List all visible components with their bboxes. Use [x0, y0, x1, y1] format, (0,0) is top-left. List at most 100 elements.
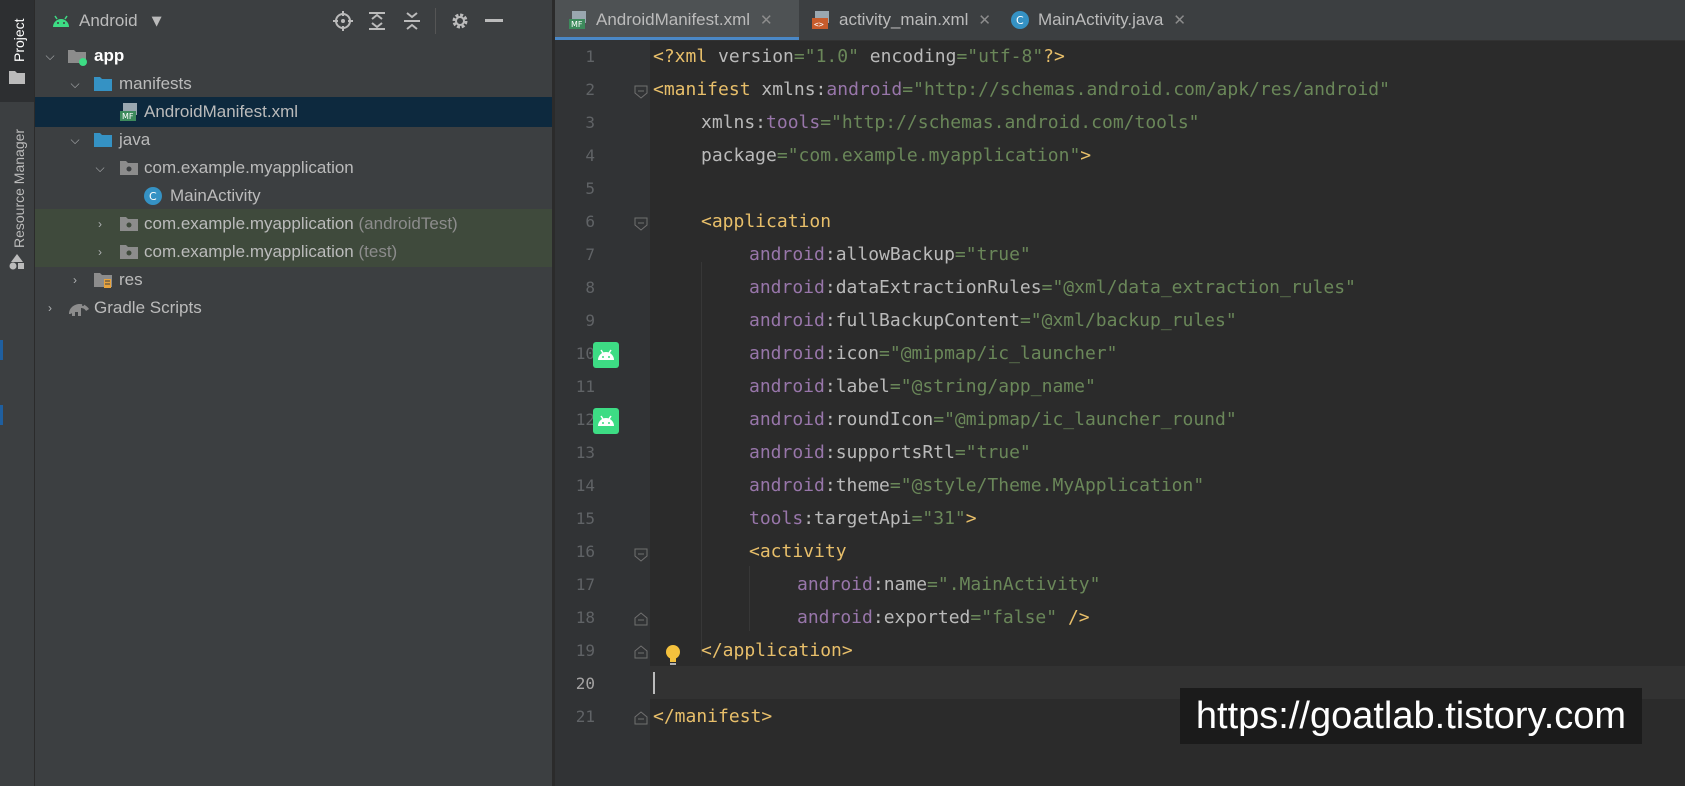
code-line-15[interactable]: tools:targetApi="31"> [653, 502, 977, 535]
code-token: :fullBackupContent [824, 310, 1020, 331]
close-icon[interactable]: ✕ [978, 11, 991, 29]
folder-icon [94, 77, 112, 91]
project-tool-button[interactable]: Project [0, 0, 34, 102]
chevron-down-icon[interactable]: ⌵ [67, 132, 83, 148]
code-line-8[interactable]: android:dataExtractionRules="@xml/data_e… [653, 271, 1356, 304]
tool-window-stripe: Project Resource Manager [0, 0, 35, 786]
settings-button[interactable] [450, 0, 470, 42]
tree-item-main-activity[interactable]: C MainActivity [35, 181, 552, 211]
code-line-16[interactable]: <activity [653, 535, 847, 568]
code-line-12[interactable]: android:roundIcon="@mipmap/ic_launcher_r… [653, 403, 1237, 436]
code-line-17[interactable]: android:name=".MainActivity" [653, 568, 1100, 601]
line-number: 15 [575, 509, 595, 528]
chevron-right-icon[interactable]: › [92, 244, 108, 260]
fold-end-icon[interactable] [634, 612, 648, 626]
tab-activity-main[interactable]: <> activity_main.xml ✕ [799, 0, 1002, 40]
tree-item-res[interactable]: › res [35, 265, 552, 295]
tree-item-label: app [94, 46, 125, 65]
code-line-18[interactable]: android:exported="false" /> [653, 601, 1090, 634]
code-line-1[interactable]: <?xml version="1.0" encoding="utf-8"?> [653, 40, 1065, 73]
line-number: 7 [585, 245, 595, 264]
chevron-down-icon: ▼ [151, 13, 162, 29]
tree-item-label: com.example.myapplication [144, 214, 354, 233]
tab-label: MainActivity.java [1038, 10, 1164, 29]
launcher-icon-preview[interactable] [593, 342, 619, 368]
android-icon [598, 415, 614, 426]
collapse-all-button[interactable] [403, 0, 421, 42]
code-line-11[interactable]: android:label="@string/app_name" [653, 370, 1096, 403]
view-selector[interactable]: Android ▼ [52, 0, 162, 42]
line-number: 20 [575, 674, 595, 693]
resource-folder-icon [94, 273, 112, 288]
code-token: ="utf-8" [956, 46, 1044, 67]
code-line-2[interactable]: <manifest xmlns:android="http://schemas.… [653, 73, 1390, 106]
expand-all-button[interactable] [368, 0, 386, 42]
chevron-right-icon[interactable]: › [42, 300, 58, 316]
code-line-9[interactable]: android:fullBackupContent="@xml/backup_r… [653, 304, 1237, 337]
chevron-down-icon[interactable]: ⌵ [42, 48, 58, 64]
android-icon [598, 349, 614, 360]
code-token: :exported [872, 607, 971, 628]
round-launcher-icon-preview[interactable] [593, 408, 619, 434]
code-token: android [749, 244, 825, 265]
tab-android-manifest[interactable]: MF AndroidManifest.xml ✕ [555, 0, 799, 40]
manifest-file-icon: MF [120, 103, 137, 121]
chevron-right-icon[interactable]: › [67, 272, 83, 288]
code-line-10[interactable]: android:icon="@mipmap/ic_launcher" [653, 337, 1117, 370]
code-line-6[interactable]: <application [653, 205, 831, 238]
package-icon [120, 217, 138, 231]
project-toolbar: Android ▼ [35, 0, 552, 42]
fold-icon[interactable] [634, 85, 648, 99]
resource-manager-label[interactable]: Resource Manager [11, 129, 27, 248]
line-number: 16 [575, 542, 595, 561]
tree-item-java[interactable]: ⌵ java [35, 125, 552, 155]
fold-end-icon[interactable] [634, 645, 648, 659]
code-line-21[interactable]: </manifest> [653, 700, 772, 733]
close-icon[interactable]: ✕ [760, 11, 773, 29]
close-icon[interactable]: ✕ [1173, 11, 1186, 29]
tree-item-package[interactable]: ⌵ com.example.myapplication [35, 153, 552, 183]
locate-button[interactable] [333, 0, 353, 42]
svg-text:<>: <> [814, 20, 824, 29]
resource-manager-tool-button[interactable]: Resource Manager [0, 118, 34, 290]
project-tool-label[interactable]: Project [11, 18, 27, 62]
tree-item-suffix: (androidTest) [358, 214, 458, 233]
chevron-right-icon[interactable]: › [92, 216, 108, 232]
line-number: 3 [585, 113, 595, 132]
manifest-file-icon: MF [569, 11, 586, 29]
code-token: :theme [824, 475, 890, 496]
tree-item-app[interactable]: ⌵ app [35, 41, 552, 71]
hide-button[interactable] [485, 0, 503, 42]
code-token: ="true" [954, 442, 1031, 463]
code-line-14[interactable]: android:theme="@style/Theme.MyApplicatio… [653, 469, 1204, 502]
fold-icon[interactable] [634, 548, 648, 562]
project-panel: Android ▼ ⌵ app ⌵ manifests MF AndroidMa… [35, 0, 552, 786]
code-line-13[interactable]: android:supportsRtl="true" [653, 436, 1031, 469]
fold-icon[interactable] [634, 217, 648, 231]
line-number: 17 [575, 575, 595, 594]
line-number: 19 [575, 641, 595, 660]
code-token: </application> [701, 640, 853, 661]
tree-item-test-package[interactable]: › com.example.myapplication (test) [35, 237, 552, 267]
code-line-7[interactable]: android:allowBackup="true" [653, 238, 1031, 271]
tab-label: AndroidManifest.xml [596, 10, 751, 29]
tree-item-android-test-package[interactable]: › com.example.myapplication (androidTest… [35, 209, 552, 239]
tree-item-manifests[interactable]: ⌵ manifests [35, 69, 552, 99]
code-token: :targetApi [803, 508, 912, 529]
chevron-down-icon[interactable]: ⌵ [67, 76, 83, 92]
fold-end-icon[interactable] [634, 711, 648, 725]
tree-item-gradle-scripts[interactable]: › Gradle Scripts [35, 293, 552, 323]
code-line-3[interactable]: xmlns:tools="http://schemas.android.com/… [653, 106, 1200, 139]
chevron-down-icon[interactable]: ⌵ [92, 160, 108, 176]
code-line-4[interactable]: package="com.example.myapplication"> [653, 139, 1091, 172]
line-number: 6 [585, 212, 595, 231]
code-token: android [749, 277, 825, 298]
tab-main-activity[interactable]: C MainActivity.java ✕ [1002, 0, 1202, 40]
tree-item-android-manifest[interactable]: MF AndroidManifest.xml [35, 97, 552, 127]
code-token: ="com.example.myapplication" [776, 145, 1081, 166]
tree-item-label: manifests [119, 74, 192, 93]
code-token: package [701, 145, 777, 166]
line-number: 11 [575, 377, 595, 396]
code-line-19[interactable]: </application> [653, 634, 853, 667]
android-icon [53, 15, 69, 27]
